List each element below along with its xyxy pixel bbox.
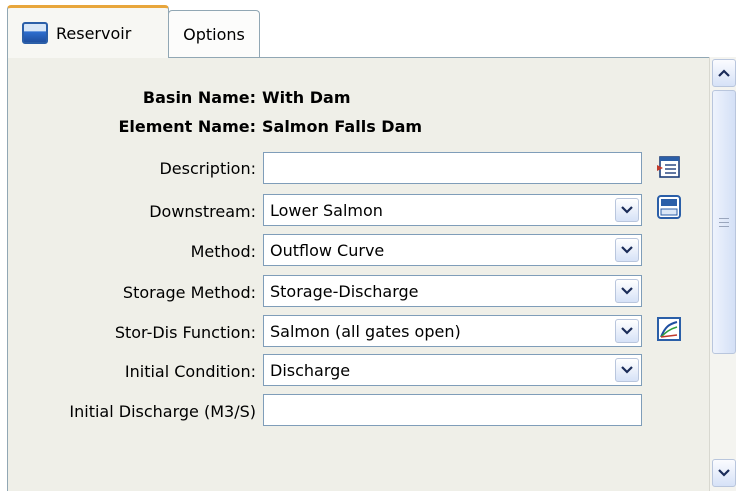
downstream-dropdown-button[interactable] — [615, 198, 639, 222]
chevron-down-icon — [718, 469, 730, 477]
initial-condition-value: Discharge — [270, 360, 351, 380]
vertical-scrollbar[interactable] — [709, 57, 736, 491]
stor-dis-function-label: Stor-Dis Function: — [114, 323, 256, 342]
chevron-down-icon — [621, 206, 633, 214]
initial-condition-select[interactable]: Discharge — [263, 354, 642, 386]
element-name-label: Element Name: — [118, 117, 256, 136]
scroll-up-button[interactable] — [712, 59, 736, 87]
chevron-down-icon — [621, 366, 633, 374]
initial-condition-label: Initial Condition: — [124, 362, 256, 381]
storage-method-label: Storage Method: — [122, 283, 256, 302]
downstream-label: Downstream: — [149, 202, 256, 221]
stor-dis-function-select[interactable]: Salmon (all gates open) — [263, 315, 642, 347]
tab-reservoir-label: Reservoir — [56, 23, 132, 43]
tab-options[interactable]: Options — [168, 10, 260, 57]
chevron-down-icon — [621, 246, 633, 254]
storage-method-dropdown-button[interactable] — [615, 279, 639, 303]
storage-method-select[interactable]: Storage-Discharge — [263, 275, 642, 307]
scroll-thumb[interactable] — [712, 90, 736, 354]
element-name-value: Salmon Falls Dam — [262, 117, 423, 136]
select-downstream-button[interactable] — [654, 192, 684, 222]
tab-options-label: Options — [183, 24, 245, 44]
method-label: Method: — [190, 242, 256, 261]
method-value: Outflow Curve — [270, 240, 385, 260]
basin-name-label: Basin Name: — [142, 88, 256, 107]
chevron-up-icon — [718, 69, 730, 77]
storage-method-value: Storage-Discharge — [270, 281, 419, 301]
chevron-down-icon — [621, 327, 633, 335]
stor-dis-function-dropdown-button[interactable] — [615, 319, 639, 343]
downstream-value: Lower Salmon — [270, 200, 383, 220]
method-dropdown-button[interactable] — [615, 238, 639, 262]
chevron-down-icon — [621, 287, 633, 295]
tab-strip: Reservoir Options — [0, 0, 736, 58]
edit-description-icon — [657, 156, 680, 178]
initial-condition-dropdown-button[interactable] — [615, 358, 639, 382]
basin-name-value: With Dam — [262, 88, 351, 107]
curve-chart-icon — [657, 317, 681, 341]
stor-dis-function-value: Salmon (all gates open) — [270, 321, 461, 341]
downstream-select[interactable]: Lower Salmon — [263, 194, 642, 226]
edit-description-button[interactable] — [654, 152, 684, 182]
select-element-icon — [657, 195, 681, 219]
description-label: Description: — [159, 159, 256, 178]
initial-discharge-field[interactable] — [263, 394, 642, 426]
reservoir-icon — [22, 22, 48, 44]
tab-reservoir[interactable]: Reservoir — [7, 5, 169, 58]
view-curve-button[interactable] — [654, 314, 684, 344]
initial-discharge-label: Initial Discharge (M3/S) — [69, 402, 256, 421]
method-select[interactable]: Outflow Curve — [263, 234, 642, 266]
description-field[interactable] — [263, 152, 642, 184]
grip-icon — [719, 217, 729, 227]
scroll-down-button[interactable] — [712, 459, 736, 487]
